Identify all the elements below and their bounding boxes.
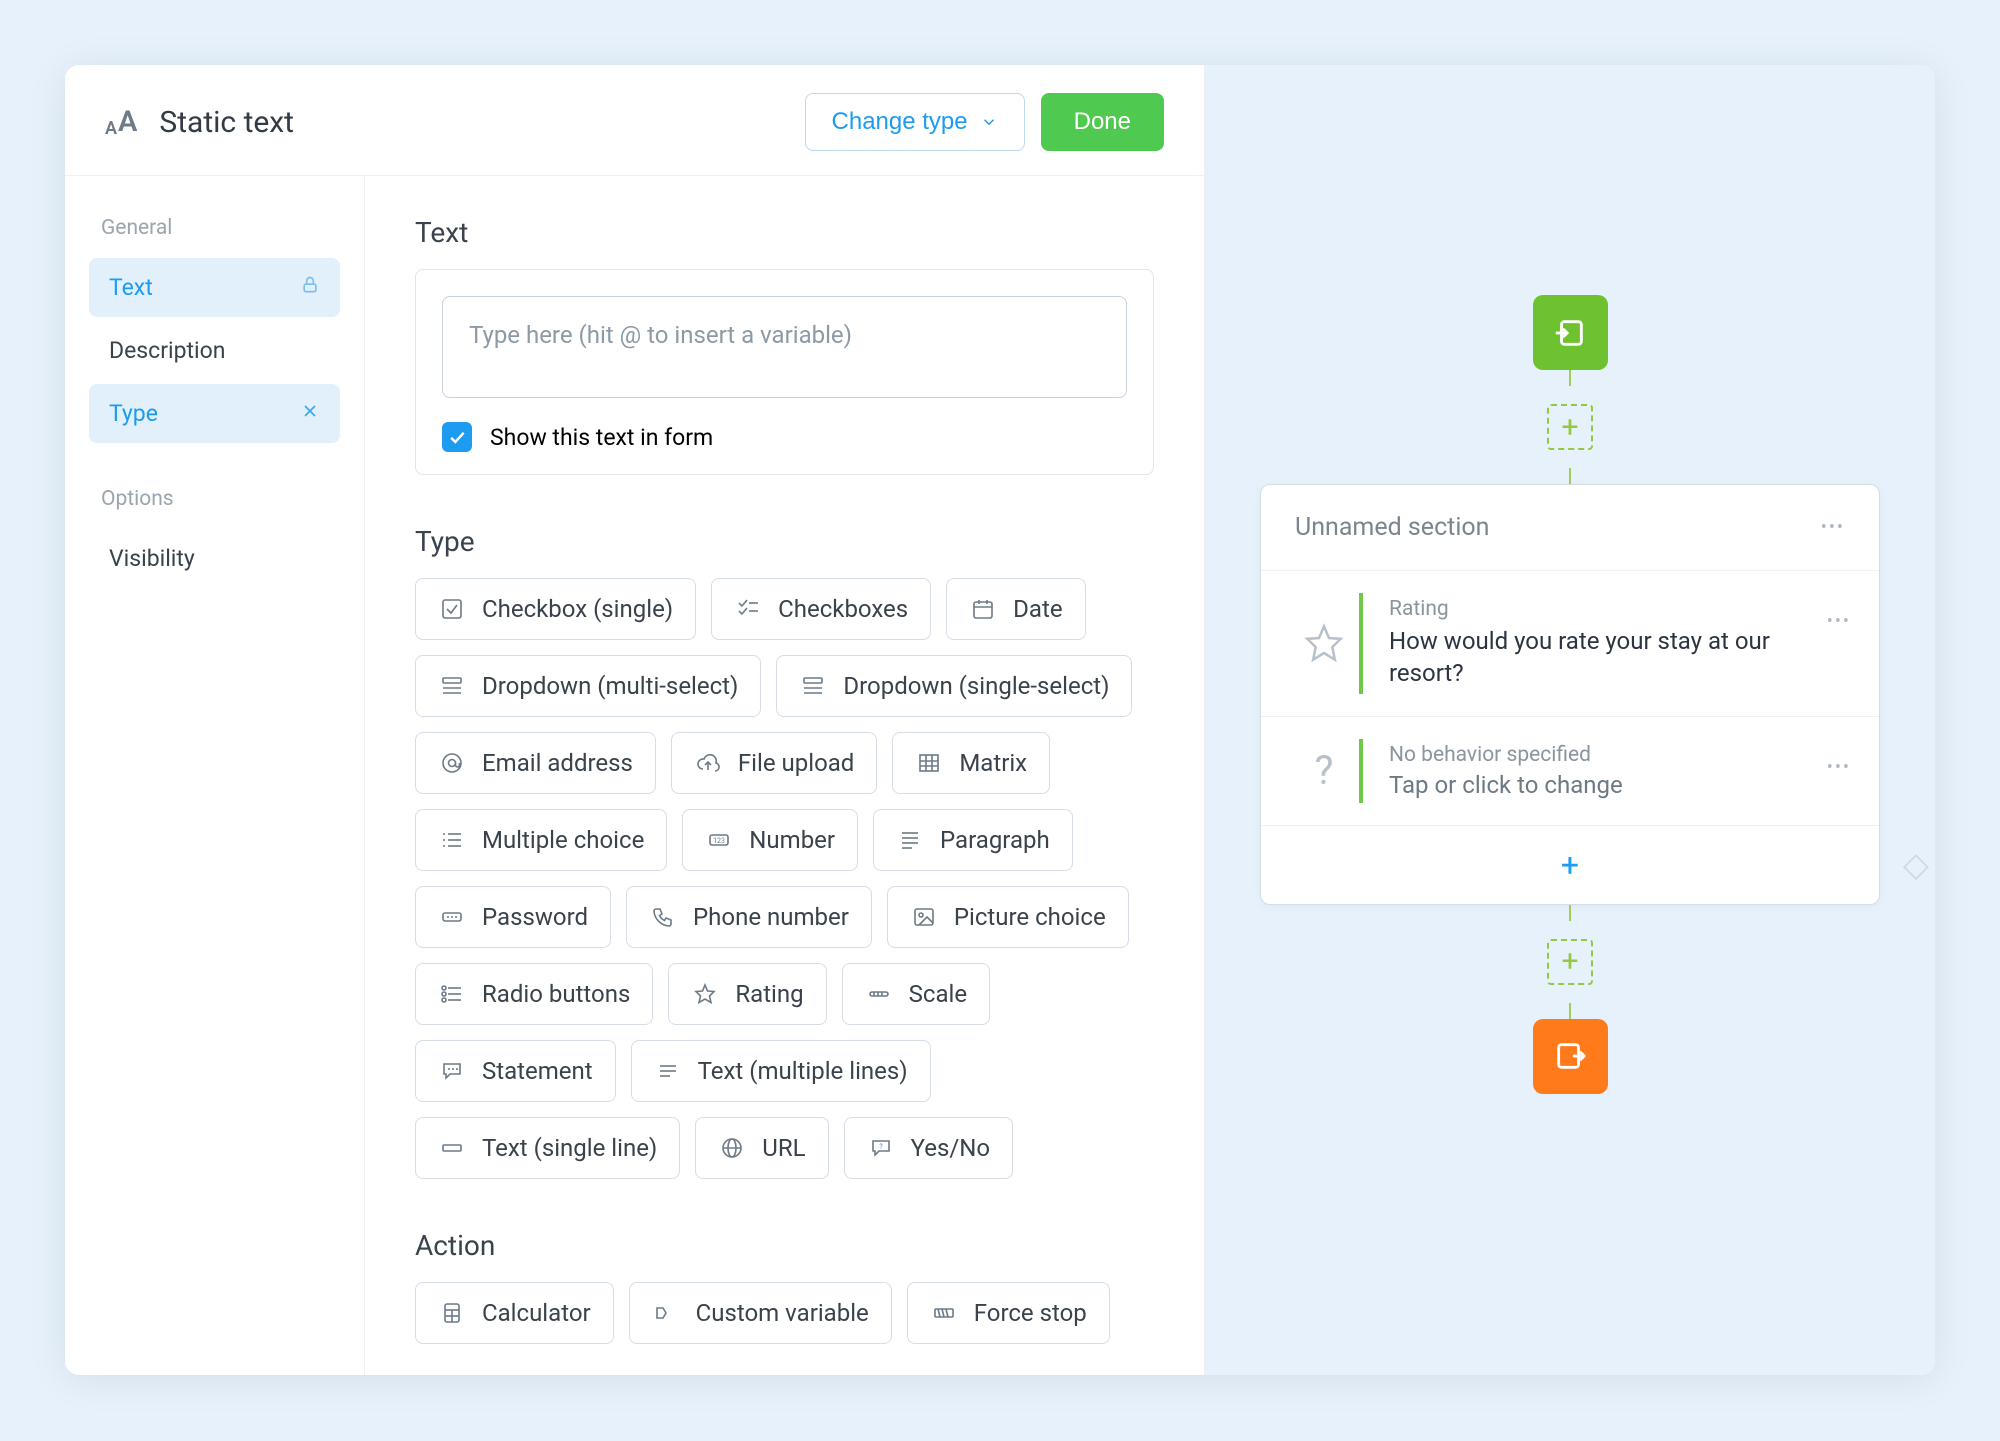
close-icon[interactable]	[300, 400, 320, 427]
type-option-password[interactable]: Password	[415, 886, 611, 948]
rating-icon	[691, 982, 719, 1006]
date-icon	[969, 597, 997, 621]
section-card: Unnamed section ••• Rating How would you…	[1260, 484, 1880, 905]
more-icon[interactable]: •••	[1813, 757, 1851, 778]
text-multiple-lines-icon	[654, 1059, 682, 1083]
checkbox-single-icon	[438, 597, 466, 621]
sidebar-section-general: General	[101, 216, 328, 240]
checkboxes-icon	[734, 597, 762, 621]
picture-choice-icon	[910, 905, 938, 929]
force-stop-icon	[930, 1301, 958, 1325]
calculator-icon	[438, 1301, 466, 1325]
chevron-down-icon	[980, 113, 998, 131]
type-option-yes-no[interactable]: ?Yes/No	[844, 1117, 1013, 1179]
sidebar-item-type[interactable]: Type	[89, 384, 340, 443]
type-option-rating[interactable]: Rating	[668, 963, 826, 1025]
type-option-radio-buttons[interactable]: Radio buttons	[415, 963, 653, 1025]
text-heading: Text	[415, 216, 1154, 249]
sidebar-item-visibility[interactable]: Visibility	[89, 529, 340, 588]
number-icon: 123	[705, 828, 733, 852]
done-button[interactable]: Done	[1041, 93, 1164, 151]
question-icon: ?	[1289, 747, 1359, 794]
show-in-form-toggle[interactable]: Show this text in form	[442, 422, 1127, 452]
action-option-calculator[interactable]: Calculator	[415, 1282, 614, 1344]
action-heading: Action	[415, 1229, 1154, 1262]
text-single-line-icon	[438, 1136, 466, 1160]
page-title: Static text	[159, 105, 804, 140]
text-input[interactable]: Type here (hit @ to insert a variable)	[442, 296, 1127, 398]
type-option-phone-number[interactable]: Phone number	[626, 886, 872, 948]
file-upload-icon	[694, 751, 722, 775]
type-option-multiple-choice[interactable]: Multiple choice	[415, 809, 667, 871]
svg-text:123: 123	[713, 837, 725, 845]
type-option-dropdown-single-select[interactable]: Dropdown (single-select)	[776, 655, 1132, 717]
more-icon[interactable]: •••	[1821, 517, 1845, 538]
type-option-scale[interactable]: Scale	[842, 963, 990, 1025]
dropdown-multi-select-icon	[438, 674, 466, 698]
radio-buttons-icon	[438, 982, 466, 1006]
sidebar-item-description[interactable]: Description	[89, 321, 340, 380]
url-icon	[718, 1136, 746, 1160]
password-icon	[438, 905, 466, 929]
sidebar-section-options: Options	[101, 487, 328, 511]
start-node[interactable]	[1533, 295, 1608, 370]
action-option-force-stop[interactable]: Force stop	[907, 1282, 1110, 1344]
phone-number-icon	[649, 905, 677, 929]
end-node[interactable]	[1533, 1019, 1608, 1094]
scale-icon	[865, 982, 893, 1006]
dropdown-single-select-icon	[799, 674, 827, 698]
change-type-button[interactable]: Change type	[805, 93, 1025, 151]
change-type-label: Change type	[832, 108, 968, 136]
paragraph-icon	[896, 828, 924, 852]
type-option-statement[interactable]: Statement	[415, 1040, 616, 1102]
checkbox-checked-icon	[442, 422, 472, 452]
type-option-url[interactable]: URL	[695, 1117, 828, 1179]
yes-no-icon: ?	[867, 1136, 895, 1160]
type-heading: Type	[415, 525, 1154, 558]
custom-variable-icon	[652, 1301, 680, 1325]
add-above-slot[interactable]: +	[1547, 404, 1593, 450]
statement-icon	[438, 1059, 466, 1083]
star-icon	[1289, 623, 1359, 663]
type-option-text-multiple-lines[interactable]: Text (multiple lines)	[631, 1040, 931, 1102]
svg-text:?: ?	[879, 1143, 883, 1151]
type-option-file-upload[interactable]: File upload	[671, 732, 877, 794]
add-below-slot[interactable]: +	[1547, 939, 1593, 985]
type-option-matrix[interactable]: Matrix	[892, 732, 1050, 794]
add-branch-icon[interactable]: ◇	[1903, 845, 1929, 885]
multiple-choice-icon	[438, 828, 466, 852]
type-option-date[interactable]: Date	[946, 578, 1085, 640]
sidebar-item-text[interactable]: Text	[89, 258, 340, 317]
type-option-number[interactable]: 123Number	[682, 809, 858, 871]
question-unset[interactable]: ? No behavior specified Tap or click to …	[1261, 717, 1879, 826]
type-option-email-address[interactable]: Email address	[415, 732, 656, 794]
section-title[interactable]: Unnamed section	[1295, 513, 1489, 542]
email-address-icon	[438, 751, 466, 775]
type-option-paragraph[interactable]: Paragraph	[873, 809, 1073, 871]
question-rating[interactable]: Rating How would you rate your stay at o…	[1261, 571, 1879, 717]
add-question-button[interactable]: + ◇	[1261, 826, 1879, 904]
action-option-custom-variable[interactable]: Custom variable	[629, 1282, 892, 1344]
lock-icon	[300, 274, 320, 301]
text-placeholder: Type here (hit @ to insert a variable)	[469, 321, 852, 349]
type-option-picture-choice[interactable]: Picture choice	[887, 886, 1129, 948]
type-option-checkboxes[interactable]: Checkboxes	[711, 578, 931, 640]
matrix-icon	[915, 751, 943, 775]
type-option-checkbox-single[interactable]: Checkbox (single)	[415, 578, 696, 640]
static-text-icon: AA	[105, 105, 137, 139]
type-option-dropdown-multi-select[interactable]: Dropdown (multi-select)	[415, 655, 761, 717]
more-icon[interactable]: •••	[1813, 611, 1851, 632]
type-option-text-single-line[interactable]: Text (single line)	[415, 1117, 680, 1179]
